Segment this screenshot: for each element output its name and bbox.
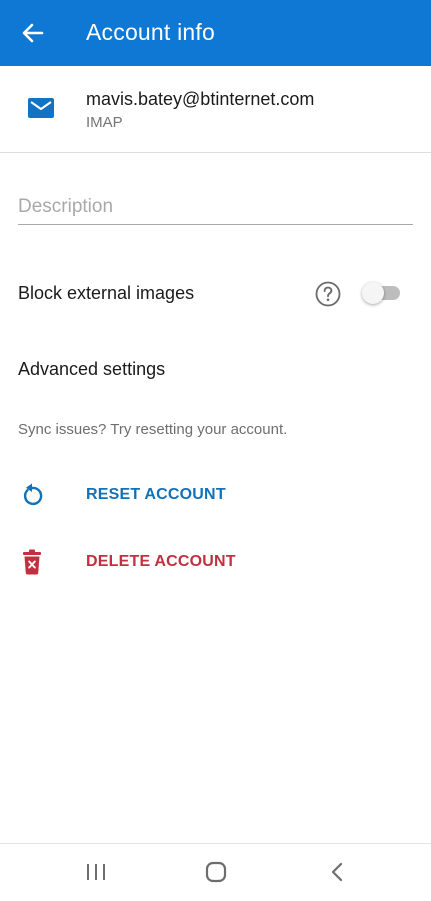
account-summary: mavis.batey@btinternet.com IMAP — [0, 66, 431, 153]
delete-account-label: DELETE ACCOUNT — [86, 553, 236, 570]
mail-icon — [28, 98, 54, 118]
back-button[interactable] — [14, 16, 52, 50]
recents-icon[interactable] — [85, 861, 107, 883]
system-nav-bar — [0, 843, 431, 901]
toggle-thumb — [362, 282, 384, 304]
trash-icon — [23, 549, 41, 575]
reset-icon — [23, 483, 43, 506]
page-title: Account info — [86, 19, 215, 45]
reset-account-label: RESET ACCOUNT — [86, 486, 226, 503]
app-bar: Account info — [0, 0, 431, 66]
back-arrow-icon — [22, 23, 44, 43]
reset-account-button[interactable]: RESET ACCOUNT — [0, 470, 431, 520]
block-external-images-toggle[interactable] — [362, 282, 400, 304]
block-external-images-label: Block external images — [18, 283, 195, 303]
account-email: mavis.batey@btinternet.com — [86, 89, 315, 109]
description-input[interactable] — [18, 190, 413, 225]
back-chevron-icon[interactable] — [328, 861, 348, 883]
account-type: IMAP — [86, 114, 123, 131]
advanced-settings-link[interactable]: Advanced settings — [18, 359, 165, 380]
delete-account-button[interactable]: DELETE ACCOUNT — [0, 537, 431, 587]
home-icon[interactable] — [204, 861, 228, 883]
help-circle-icon[interactable] — [315, 281, 341, 307]
sync-hint-text: Sync issues? Try resetting your account. — [18, 421, 288, 438]
